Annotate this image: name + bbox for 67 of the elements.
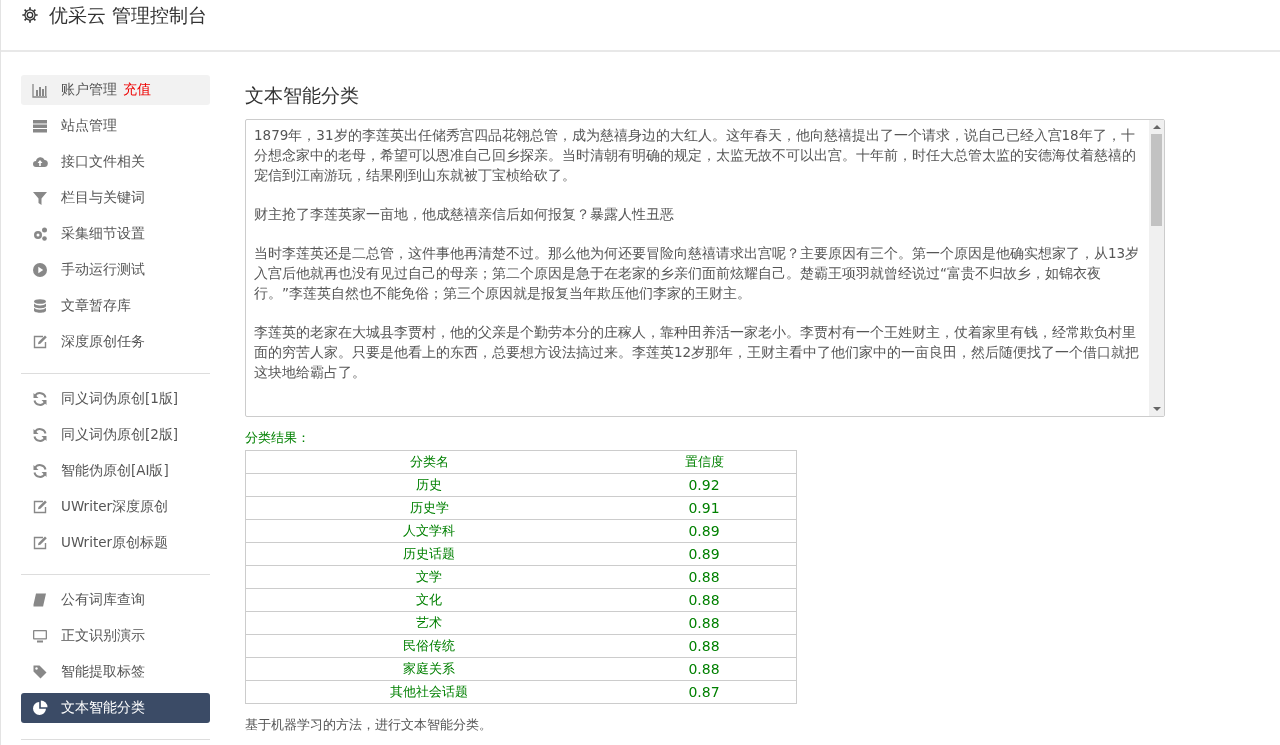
sidebar-item[interactable]: 同义词伪原创[1版] — [21, 384, 210, 414]
sidebar-item[interactable]: 手动运行测试 — [21, 255, 210, 285]
column-header: 置信度 — [612, 450, 797, 474]
result-label: 分类结果： — [245, 429, 311, 447]
sidebar-item[interactable]: 采集细节设置 — [21, 219, 210, 249]
table-cell: 历史学 — [245, 496, 613, 520]
table-cell: 文化 — [245, 588, 613, 612]
sidebar-item[interactable]: 深度原创任务 — [21, 327, 210, 357]
book-icon — [32, 592, 48, 608]
table-cell: 历史 — [245, 473, 613, 497]
edit-icon — [32, 499, 48, 515]
refresh-icon — [32, 391, 48, 407]
sidebar-item[interactable]: 正文识别演示 — [21, 621, 210, 651]
refresh-icon — [32, 463, 48, 479]
page-title: 文本智能分类 — [245, 83, 360, 107]
table-cell: 0.88 — [612, 657, 797, 681]
gears-icon — [32, 226, 48, 242]
filter-icon — [32, 190, 48, 206]
sidebar-item[interactable]: 接口文件相关 — [21, 147, 210, 177]
sidebar-item[interactable]: 智能提取标签 — [21, 657, 210, 687]
server-icon — [32, 118, 48, 134]
scrollbar[interactable] — [1149, 120, 1164, 416]
table-cell: 0.92 — [612, 473, 797, 497]
settings-icon — [21, 6, 39, 24]
sidebar-item[interactable]: 栏目与关键词 — [21, 183, 210, 213]
scroll-up-arrow-icon[interactable] — [1152, 124, 1161, 130]
edit-icon — [32, 535, 48, 551]
sidebar-item[interactable]: 公有词库查询 — [21, 585, 210, 615]
database-icon — [32, 298, 48, 314]
sidebar-item[interactable]: 同义词伪原创[2版] — [21, 420, 210, 450]
table-cell: 文学 — [245, 565, 613, 589]
description-text: 基于机器学习的方法，进行文本智能分类。 — [245, 716, 493, 734]
table-cell: 历史话题 — [245, 542, 613, 566]
sidebar-item[interactable]: 账户管理 充值 — [21, 75, 210, 105]
sidebar-item[interactable]: 智能伪原创[AI版] — [21, 456, 210, 486]
text-input-area[interactable]: 1879年，31岁的李莲英出任储秀宫四品花翎总管，成为慈禧身边的大红人。这年春天，他向慈禧提出了一个请求，说自己已经入宫18年了，十分想念家中的老母，希望可以恩准自己回乡探亲。当时清朝有明确的规定，太监无故不可以出宫。十年前，时任大总管太监的安德海仗着慈禧的宠信到江南游玩，结果刚到山东就被丁宝桢给砍了。 财主抢了李莲英家一亩地，他成慈禧亲信后如何报复？暴露人性丑恶 当时李莲英还是二总管，这件事他再清楚不过。那么他为何还要冒险向慈禧请求出宫呢？主要原因有三个。第一个原因是他确实想家了，从13岁入宫后他就再也没有见过自己的母亲；第二个原因是急于在老家的乡亲们面前炫耀自己。楚霸王项羽就曾经说过“富贵不归故乡，如锦衣夜行。”李莲英自然也不能免俗；第三个原因就是报复当年欺压他们李家的王财主。 李莲英的老家在大城县李贾村，他的父亲是个勤劳本分的庄稼人，靠种田养活一家老小。李贾村有一个王姓财主，仗着家里有钱，经常欺负村里面的穷苦人家。只要是他看上的东西，总要想方设法搞过来。李莲英12岁那年，王财主看中了他们家中的一亩良田，然后随便找了一个借口就把这块地给霸占了。 — [245, 119, 1165, 417]
scrollbar-thumb[interactable] — [1151, 134, 1162, 226]
sidebar-item[interactable]: 文本智能分类 — [21, 693, 210, 723]
table-cell: 0.88 — [612, 565, 797, 589]
table-cell: 0.89 — [612, 542, 797, 566]
cloud-upload-icon — [32, 154, 48, 170]
table-cell: 0.91 — [612, 496, 797, 520]
play-icon — [32, 262, 48, 278]
table-cell: 家庭关系 — [245, 657, 613, 681]
console-title: 优采云 管理控制台 — [49, 3, 208, 27]
table-cell: 0.89 — [612, 519, 797, 543]
column-header: 分类名 — [245, 450, 613, 474]
table-cell: 0.87 — [612, 680, 797, 704]
sidebar-item[interactable]: UWriter深度原创 — [21, 492, 210, 522]
sidebar-item[interactable]: UWriter原创标题 — [21, 528, 210, 558]
recharge-link[interactable]: 充值 — [123, 81, 151, 99]
table-cell: 0.88 — [612, 611, 797, 635]
edit-icon — [32, 334, 48, 350]
refresh-icon — [32, 427, 48, 443]
table-cell: 0.88 — [612, 634, 797, 658]
sidebar-item[interactable]: 文章暂存库 — [21, 291, 210, 321]
bar-chart-icon — [32, 82, 48, 98]
table-cell: 艺术 — [245, 611, 613, 635]
monitor-icon — [32, 628, 48, 644]
table-cell: 民俗传统 — [245, 634, 613, 658]
table-cell: 人文学科 — [245, 519, 613, 543]
pie-chart-icon — [32, 700, 48, 716]
scroll-down-arrow-icon[interactable] — [1152, 406, 1161, 412]
table-cell: 其他社会话题 — [245, 680, 613, 704]
sidebar-item[interactable]: 站点管理 — [21, 111, 210, 141]
table-cell: 0.88 — [612, 588, 797, 612]
tag-icon — [32, 664, 48, 680]
